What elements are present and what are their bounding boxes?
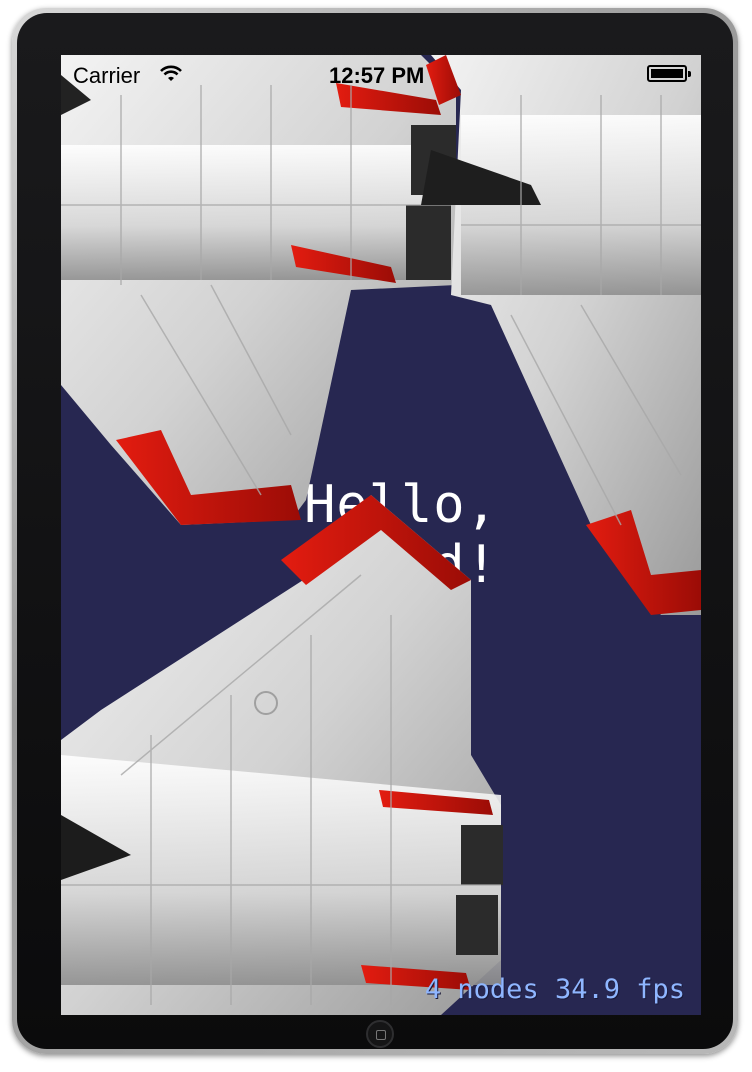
device-bezel: Carrier 12:57 PM Hello, World! <box>17 13 733 1049</box>
clock-label: 12:57 PM <box>329 63 425 88</box>
node-fps-stats: 4 nodes 34.9 fps <box>424 974 685 1005</box>
spaceship-sprite-top-left[interactable] <box>61 55 701 1015</box>
scene-view[interactable]: Carrier 12:57 PM Hello, World! <box>61 55 701 1015</box>
home-button[interactable] <box>366 1020 394 1048</box>
home-button-icon <box>376 1030 386 1040</box>
ipad-device-frame: Carrier 12:57 PM Hello, World! <box>12 8 738 1054</box>
wifi-icon <box>159 64 183 90</box>
carrier-label: Carrier <box>73 63 141 88</box>
battery-icon <box>647 65 691 82</box>
status-bar: Carrier 12:57 PM <box>61 55 701 95</box>
